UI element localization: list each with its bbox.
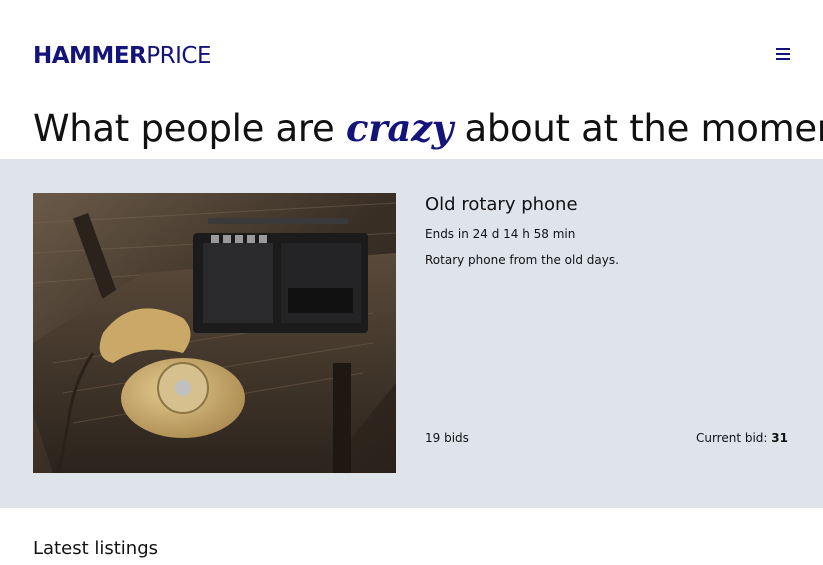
headline-after: about at the moment bbox=[464, 107, 823, 150]
headline-accent: crazy bbox=[345, 106, 453, 150]
current-bid-value: 31 bbox=[771, 431, 788, 445]
menu-line bbox=[776, 48, 790, 50]
latest-listings-heading: Latest listings bbox=[33, 538, 158, 559]
hammerprice-logo[interactable]: HAMMERPRICE bbox=[33, 43, 211, 69]
headline-before: What people are bbox=[33, 107, 335, 150]
featured-listing[interactable]: Old rotary phone Ends in 24 d 14 h 58 mi… bbox=[0, 159, 823, 508]
logo-light-text: PRICE bbox=[146, 43, 211, 69]
current-bid-label: Current bid: bbox=[695, 431, 768, 445]
listing-ends-in: Ends in 24 d 14 h 58 min bbox=[425, 227, 576, 241]
listing-description: Rotary phone from the old days. bbox=[425, 253, 619, 267]
listing-title[interactable]: Old rotary phone bbox=[425, 194, 578, 215]
hamburger-menu-icon[interactable] bbox=[776, 48, 790, 61]
listing-bid-count: 19 bids bbox=[425, 431, 469, 445]
page-headline: What people are crazy about at the momen… bbox=[33, 106, 823, 150]
menu-line bbox=[776, 58, 790, 60]
listing-current-bid: Current bid: 31 bbox=[696, 431, 788, 445]
rotary-phone-photo bbox=[33, 193, 396, 473]
logo-bold-text: HAMMER bbox=[33, 43, 147, 69]
listing-photo[interactable] bbox=[33, 193, 396, 473]
menu-line bbox=[776, 53, 790, 55]
site-header: HAMMERPRICE bbox=[33, 40, 790, 70]
